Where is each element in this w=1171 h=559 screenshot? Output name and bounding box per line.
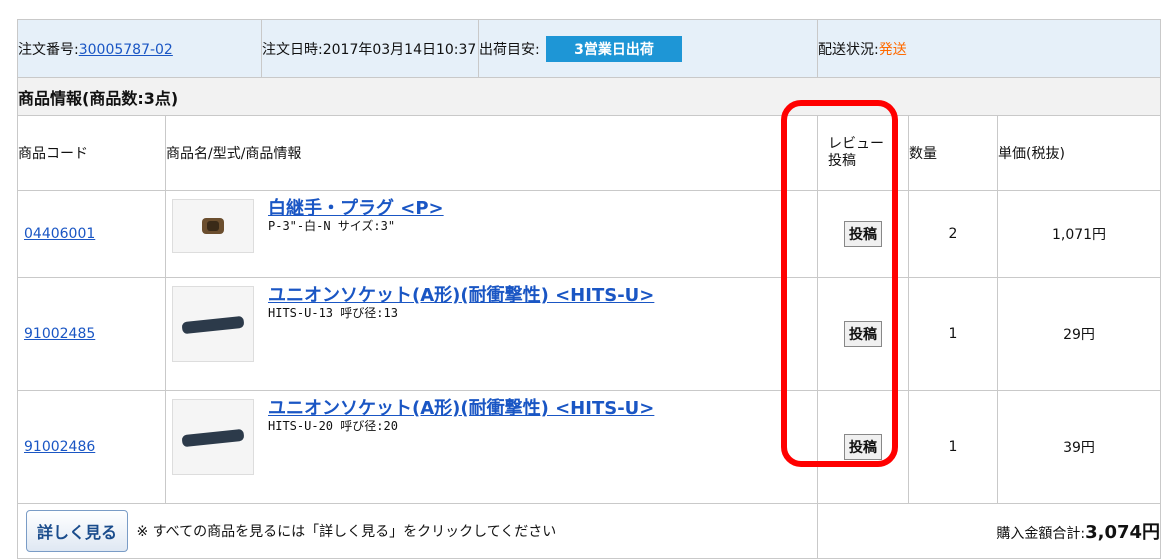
- product-info: P-3"-白-N サイズ:3": [268, 219, 396, 233]
- section-title: 商品情報(商品数:3点): [16, 77, 1162, 116]
- order-table: 注文番号:30005787-02 注文日時:2017年03月14日10:37 出…: [16, 19, 1162, 559]
- order-date: 注文日時:2017年03月14日10:37: [261, 19, 479, 78]
- product-name-link[interactable]: ユニオンソケット(A形)(耐衝撃性) <HITS-U>: [172, 286, 811, 306]
- table-row: 91002486 ユニオンソケット(A形)(耐衝撃性) <HITS-U> HIT…: [17, 390, 1162, 504]
- col-header-price: 単価(税抜): [997, 115, 1162, 191]
- product-thumbnail[interactable]: [172, 199, 254, 253]
- order-number-cell: 注文番号:30005787-02: [17, 19, 262, 78]
- order-header-row: 注文番号:30005787-02 注文日時:2017年03月14日10:37 出…: [17, 19, 1162, 78]
- quantity: 2: [908, 190, 999, 278]
- product-name-link[interactable]: 白継手・プラグ <P>: [172, 199, 811, 219]
- table-row: 04406001 白継手・プラグ <P> P-3"-白-N サイズ:3" 投稿 …: [17, 190, 1162, 278]
- order-number-link[interactable]: 30005787-02: [79, 42, 173, 58]
- order-panel: 注文番号:30005787-02 注文日時:2017年03月14日10:37 出…: [16, 19, 1162, 559]
- product-info: HITS-U-13 呼び径:13: [268, 306, 398, 320]
- product-thumbnail[interactable]: [172, 399, 254, 475]
- col-header-qty: 数量: [908, 115, 999, 191]
- product-thumbnail[interactable]: [172, 286, 254, 362]
- delivery-status-cell: 配送状況:発送: [817, 19, 1162, 78]
- delivery-status-value: 発送: [878, 41, 907, 58]
- quantity: 1: [908, 390, 999, 504]
- product-code-link[interactable]: 91002485: [24, 326, 95, 342]
- product-info: HITS-U-20 呼び径:20: [268, 419, 398, 433]
- ship-estimate-cell: 出荷目安: 3営業日出荷: [477, 19, 819, 78]
- ship-estimate-badge: 3営業日出荷: [546, 35, 682, 62]
- quantity: 1: [908, 277, 999, 391]
- review-column-highlight: [781, 100, 898, 467]
- unit-price: 39円: [997, 390, 1162, 504]
- column-header-row: 商品コード 商品名/型式/商品情報 レビュー 投稿 数量 単価(税抜): [17, 115, 1162, 191]
- unit-price: 1,071円: [997, 190, 1162, 278]
- col-header-code: 商品コード: [17, 115, 166, 191]
- section-title-row: 商品情報(商品数:3点): [16, 77, 1162, 116]
- product-name-link[interactable]: ユニオンソケット(A形)(耐衝撃性) <HITS-U>: [172, 399, 811, 419]
- total-amount: 購入金額合計:3,074円: [817, 503, 1162, 559]
- col-header-name: 商品名/型式/商品情報: [164, 115, 819, 191]
- view-details-button[interactable]: 詳しく見る: [26, 510, 129, 552]
- unit-price: 29円: [997, 277, 1162, 391]
- table-row: 91002485 ユニオンソケット(A形)(耐衝撃性) <HITS-U> HIT…: [17, 277, 1162, 391]
- footer-row: 詳しく見る ※ すべての商品を見るには「詳しく見る」をクリックしてください 購入…: [16, 503, 1162, 559]
- footer-note: ※ すべての商品を見るには「詳しく見る」をクリックしてください: [136, 524, 557, 540]
- product-code-link[interactable]: 04406001: [24, 226, 95, 242]
- product-code-link[interactable]: 91002486: [24, 439, 95, 455]
